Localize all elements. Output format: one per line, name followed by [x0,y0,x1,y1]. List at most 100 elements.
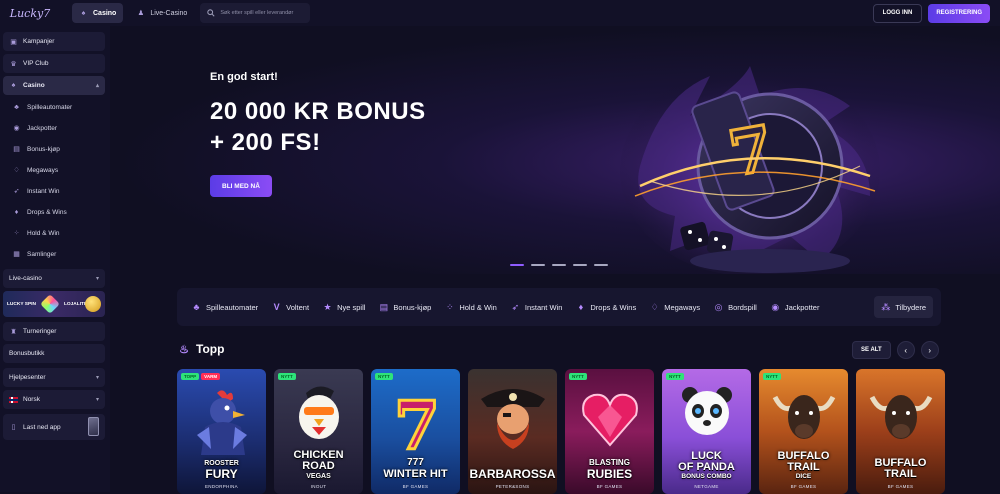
sidebar: ▣ Kampanjer ♛ VIP Club ♠ Casino ▴ ♣ Spill… [0,26,110,492]
live-casino-tab[interactable]: ♟ Live-Casino [129,3,194,23]
megaways-icon: ♢ [650,301,659,312]
sidebar-sub-samlinger[interactable]: ▦ Samlinger [3,245,105,263]
gem-icon [40,294,60,314]
sidebar-item-turneringer[interactable]: ♜ Turneringer [3,322,105,341]
carousel-dot[interactable] [531,264,545,266]
login-button[interactable]: LOGG INN [872,3,923,23]
game-card-luck-of-panda[interactable]: NYTT LUCK OF PANDA BONUS COMBO NETGAME [662,369,751,494]
category-instant-win[interactable]: ➶ Instant Win [504,296,570,318]
sidebar-item-label: Kampanjer [23,38,55,45]
grid-icon: ⁘ [13,230,20,237]
category-voltent[interactable]: V Voltent [265,296,316,318]
carousel-dot[interactable] [594,264,608,266]
category-megaways[interactable]: ♢ Megaways [643,296,707,318]
sidebar-item-casino[interactable]: ♠ Casino ▴ [3,76,105,95]
game-badges: NYTT [763,373,781,380]
game-card-buffalo-trail[interactable]: BUFFALO TRAIL BF GAMES [856,369,945,494]
carousel-dot[interactable] [573,264,587,266]
see-all-button[interactable]: SE ALT [852,341,891,359]
language-select[interactable]: Norsk ▾ [3,390,105,409]
sidebar-item-kampanjer[interactable]: ▣ Kampanjer [3,32,105,51]
category-tilbydere[interactable]: ⁂ Tilbydere [874,296,933,318]
casino-tab[interactable]: ♠ Casino [72,3,124,23]
sidebar-sub-spilleautomater[interactable]: ♣ Spilleautomater [3,98,105,116]
sidebar-sub-jackpotter[interactable]: ◉ Jackpotter [3,119,105,137]
category-label: Bordspill [728,302,757,312]
coin-icon: ◉ [13,125,20,132]
sidebar-sub-drops-wins[interactable]: ♦ Drops & Wins [3,203,105,221]
drops-icon: ♦ [14,208,19,216]
game-title-line: TRAIL [787,460,820,473]
game-title: 777 WINTER HIT [371,458,460,480]
category-label: Hold & Win [459,302,497,312]
hero-banner[interactable]: En god start! 20 000 KR BONUS + 200 FS! … [110,26,1000,274]
category-label: Jackpotter [784,302,820,312]
coin-icon [85,296,101,312]
game-card-buffalo-trail-dice[interactable]: NYTT BUFFALO TRAIL DICE BF GAMES [759,369,848,494]
sidebar-sub-label: Hold & Win [27,229,60,237]
casino-tab-label: Casino [93,9,117,17]
seven-art: 7 [392,391,441,453]
rocket-icon: ➶ [511,301,520,312]
game-title-line: 777 [407,457,424,468]
game-title-line: ROOSTER [204,460,239,467]
category-nye-spill[interactable]: ★ Nye spill [316,296,372,318]
game-title: BARBAROSSA [468,468,557,480]
category-jackpotter[interactable]: ◉ Jackpotter [764,296,827,318]
game-title-line: BLASTING [589,458,630,467]
next-arrow-button[interactable]: › [920,341,939,359]
game-card-rooster-fury[interactable]: TOPP VARM ROOSTER FURY ENDORPHINA [177,369,266,494]
game-card-blasting-rubies[interactable]: NYTT BLASTING RUBIES BF GAMES [565,369,654,494]
top-bar: Lucky7 ♠ Casino ♟ Live-Casino Søk etter … [0,0,1000,26]
game-card-chicken-road-vegas[interactable]: NYTT CHICKEN ROAD VEGAS INOUT [274,369,363,494]
hero-title-line1: 20 000 KR BONUS [210,98,426,125]
sidebar-item-help[interactable]: Hjelpesenter ▾ [3,368,105,387]
category-bordspill[interactable]: ◎ Bordspill [707,296,764,318]
category-bar: ♣ Spilleautomater V Voltent ★ Nye spill ▤ Bo… [177,288,941,326]
sidebar-item-label: Casino [23,82,45,89]
join-now-button[interactable]: BLI MED NÅ [210,175,272,197]
sidebar-sub-hold-win[interactable]: ⁘ Hold & Win [3,224,105,242]
sidebar-sub-instant-win[interactable]: ➶ Instant Win [3,182,105,200]
game-card-777-winter-hit[interactable]: NYTT 7 777 WINTER HIT BF GAMES [371,369,460,494]
spade-icon: ♠ [11,82,16,89]
gift-icon: ▣ [10,38,17,46]
chevron-down-icon: ▾ [95,375,99,381]
game-carousel: TOPP VARM ROOSTER FURY ENDORPHINA NYTT C… [177,369,945,494]
category-label: Spilleautomater [206,302,259,312]
category-spilleautomater[interactable]: ♣ Spilleautomater [185,296,265,318]
coin-icon: ◉ [771,301,780,312]
prev-arrow-button[interactable]: ‹ [896,341,915,359]
sidebar-sub-label: Instant Win [27,187,60,195]
svg-text:7: 7 [394,391,440,453]
logo[interactable]: Lucky7 [0,0,60,26]
category-drops-wins[interactable]: ♦ Drops & Wins [569,296,643,318]
loyalty-banner[interactable]: LUCKY SPIN LOJALITETSP... [3,291,105,317]
sidebar-sub-megaways[interactable]: ♢ Megaways [3,161,105,179]
sidebar-sub-bonus-kjop[interactable]: ▤ Bonus-kjøp [3,140,105,158]
megaways-icon: ♢ [13,167,20,174]
download-app-button[interactable]: ▯ Last ned app [3,414,105,440]
sidebar-item-vip[interactable]: ♛ VIP Club [3,54,105,73]
sidebar-item-label: Bonusbutikk [9,350,45,357]
category-bonus-kjop[interactable]: ▤ Bonus-kjøp [372,296,438,318]
game-title-line: VEGAS [306,473,331,480]
ruby-heart-art [581,393,638,447]
chevron-left-icon: ‹ [904,345,907,355]
live-casino-tab-label: Live-Casino [150,9,188,17]
game-title: ROOSTER FURY [177,460,266,480]
carousel-dot[interactable] [552,264,566,266]
search-input[interactable]: Søk etter spill eller leverandør [200,3,311,23]
language-label: Norsk [23,396,40,403]
sidebar-item-label: Hjelpesenter [9,374,46,381]
section-header: ♨ Topp [178,342,224,356]
sidebar-item-live-casino[interactable]: Live-casino ▾ [3,269,105,288]
game-provider: BF GAMES [790,484,817,489]
register-button[interactable]: REGISTRERING [928,3,990,23]
sidebar-item-bonusbutikk[interactable]: Bonusbutikk [3,344,105,363]
category-hold-win[interactable]: ⁘ Hold & Win [438,296,504,318]
carousel-dot[interactable] [510,264,524,266]
game-card-barbarossa[interactable]: BARBAROSSA PETER&SONS [468,369,557,494]
game-title-line: TRAIL [884,468,917,480]
trophy-icon: ♜ [10,328,17,336]
